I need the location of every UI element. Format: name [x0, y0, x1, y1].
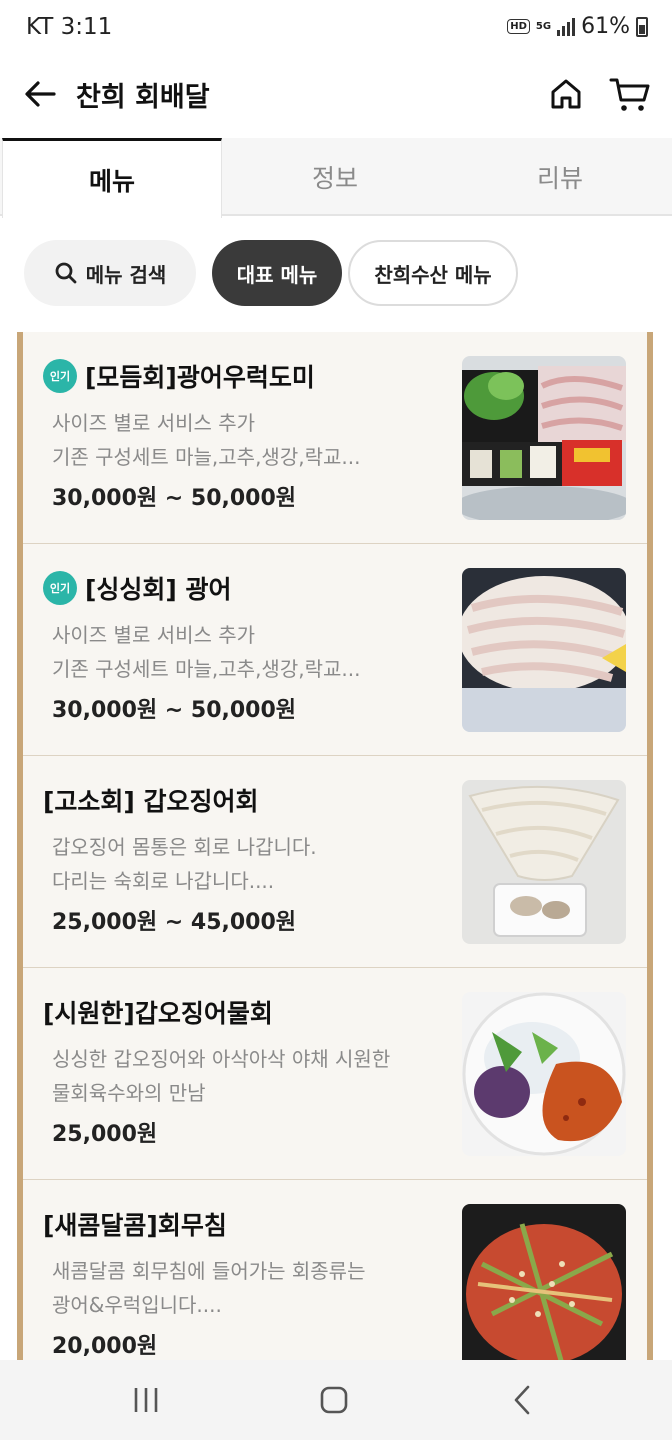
- app-header: 찬희 회배달: [0, 56, 672, 132]
- menu-item-price: 20,000원: [52, 1334, 158, 1359]
- menu-item-photo[interactable]: [462, 356, 626, 520]
- menu-item-description: 갑오징어 몸통은 회로 나갑니다. 다리는 숙회로 나갑니다....: [52, 835, 317, 893]
- menu-item-description: 사이즈 별로 서비스 추가 기존 구성세트 마늘,고추,생강,락교...: [52, 411, 361, 469]
- network-5g-icon: 5G: [535, 21, 552, 32]
- menu-item-photo[interactable]: [462, 992, 626, 1156]
- menu-item-description: 싱싱한 갑오징어와 아삭아삭 야채 시원한 물회육수와의 만남: [52, 1047, 391, 1105]
- battery-icon: [636, 16, 648, 37]
- menu-item-name: [시원한]갑오징어물회: [43, 999, 273, 1028]
- tab-menu[interactable]: 메뉴: [2, 138, 222, 218]
- page-title: 찬희 회배달: [76, 82, 210, 113]
- chip-chanhee-seafood-menu[interactable]: 찬희수산 메뉴: [348, 240, 518, 306]
- chip-main-menu[interactable]: 대표 메뉴: [212, 240, 342, 306]
- menu-item-photo[interactable]: [462, 568, 626, 732]
- menu-list: 인기 [모듬회]광어우럭도미 사이즈 별로 서비스 추가 기존 구성세트 마늘,…: [17, 332, 653, 1360]
- menu-item-description: 사이즈 별로 서비스 추가 기존 구성세트 마늘,고추,생강,락교...: [52, 623, 361, 681]
- menu-item-name: [모듬회]광어우럭도미: [85, 363, 315, 392]
- menu-item[interactable]: 인기 [싱싱회] 광어 사이즈 별로 서비스 추가 기존 구성세트 마늘,고추,…: [23, 544, 647, 756]
- menu-item-price: 25,000원 ~ 45,000원: [52, 910, 297, 935]
- signal-icon: [557, 17, 576, 36]
- menu-item-photo[interactable]: [462, 1204, 626, 1360]
- menu-item[interactable]: 인기 [모듬회]광어우럭도미 사이즈 별로 서비스 추가 기존 구성세트 마늘,…: [23, 332, 647, 544]
- menu-item[interactable]: [시원한]갑오징어물회 싱싱한 갑오징어와 아삭아삭 야채 시원한 물회육수와의…: [23, 968, 647, 1180]
- menu-item-description: 새콤달콤 회무침에 들어가는 회종류는 광어&우럭입니다....: [52, 1259, 366, 1317]
- menu-item-photo[interactable]: [462, 780, 626, 944]
- menu-search-button[interactable]: 메뉴 검색: [24, 240, 196, 306]
- search-icon: [55, 262, 77, 284]
- cart-icon[interactable]: [608, 74, 652, 114]
- tab-bar: 메뉴 정보 리뷰: [0, 138, 672, 218]
- popular-badge: 인기: [43, 571, 77, 605]
- menu-filter-chips: 메뉴 검색 대표 메뉴 찬희수산 메뉴: [0, 240, 672, 306]
- back-arrow-icon[interactable]: [20, 74, 60, 114]
- menu-item-name: [새콤달콤]회무침: [43, 1211, 227, 1240]
- home-icon[interactable]: [546, 74, 586, 114]
- menu-item-name: [싱싱회] 광어: [85, 575, 232, 604]
- recent-apps-icon[interactable]: [132, 1386, 160, 1414]
- menu-item-price: 30,000원 ~ 50,000원: [52, 698, 297, 723]
- back-button-icon[interactable]: [508, 1384, 536, 1416]
- home-button-icon[interactable]: [320, 1386, 348, 1414]
- carrier-time: KT 3:11: [26, 14, 113, 40]
- menu-search-label: 메뉴 검색: [85, 262, 167, 287]
- battery-percent: 61%: [581, 14, 630, 39]
- status-icons: HD 5G 61%: [507, 14, 648, 39]
- tab-reviews[interactable]: 리뷰: [448, 138, 672, 216]
- menu-item-price: 30,000원 ~ 50,000원: [52, 486, 297, 511]
- system-navigation-bar: [0, 1360, 672, 1440]
- menu-item[interactable]: [고소회] 갑오징어회 갑오징어 몸통은 회로 나갑니다. 다리는 숙회로 나갑…: [23, 756, 647, 968]
- menu-item[interactable]: [새콤달콤]회무침 새콤달콤 회무침에 들어가는 회종류는 광어&우럭입니다..…: [23, 1180, 647, 1360]
- menu-item-price: 25,000원: [52, 1122, 158, 1147]
- status-bar: KT 3:11 HD 5G 61%: [0, 0, 672, 56]
- menu-item-name: [고소회] 갑오징어회: [43, 787, 259, 816]
- tab-info[interactable]: 정보: [224, 138, 446, 216]
- hd-voice-icon: HD: [507, 19, 530, 34]
- popular-badge: 인기: [43, 359, 77, 393]
